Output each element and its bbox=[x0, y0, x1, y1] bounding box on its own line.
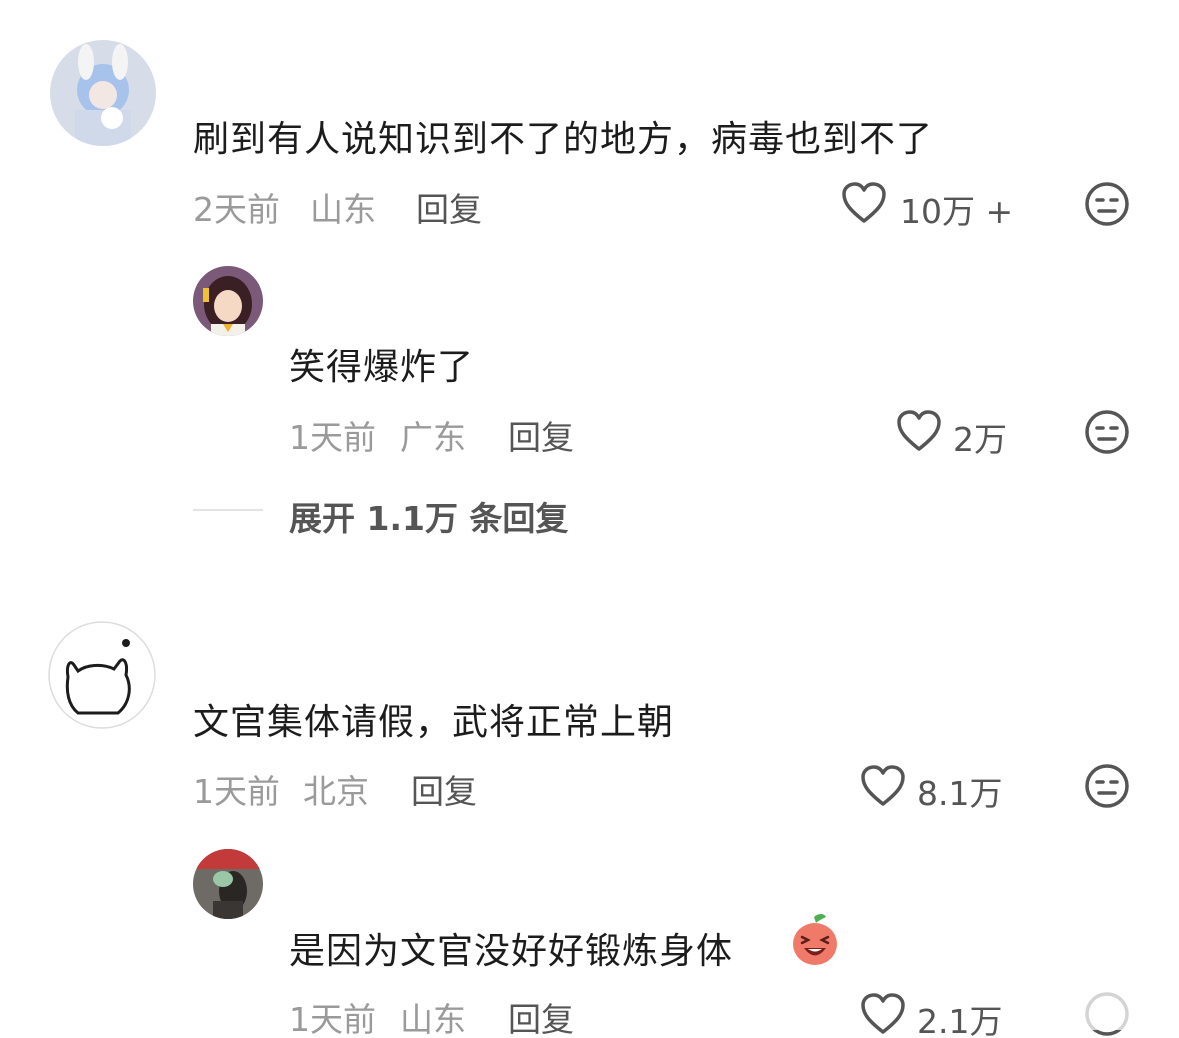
comment-text: 刷到有人说知识到不了的地方，病毒也到不了 bbox=[193, 119, 934, 160]
comment-time: 1天前 bbox=[289, 1000, 376, 1038]
like-count: 8.1万 bbox=[917, 774, 1003, 813]
meh-face-icon[interactable] bbox=[1083, 762, 1131, 810]
comment-location: 山东 bbox=[400, 1000, 466, 1038]
meh-face-icon[interactable] bbox=[1083, 180, 1131, 228]
like-count: 2.1万 bbox=[917, 1002, 1003, 1038]
comment-location: 山东 bbox=[310, 190, 376, 229]
comment-section: 刷到有人说知识到不了的地方，病毒也到不了 2天前 山东 回复 10万 + 笑得爆… bbox=[0, 0, 1179, 1038]
comment-time: 2天前 bbox=[193, 190, 280, 229]
avatar[interactable] bbox=[193, 849, 263, 919]
expand-replies-button[interactable]: 展开 1.1万 条回复 bbox=[289, 492, 568, 540]
divider bbox=[193, 509, 263, 511]
laughing-peach-emoji bbox=[793, 914, 837, 965]
watermark-overlay bbox=[1020, 990, 1170, 1030]
reply-button[interactable]: 回复 bbox=[411, 765, 477, 813]
reply-button[interactable]: 回复 bbox=[416, 183, 482, 231]
avatar[interactable] bbox=[48, 621, 156, 729]
comment-location: 北京 bbox=[303, 772, 369, 811]
comment-time: 1天前 bbox=[289, 418, 376, 457]
avatar[interactable] bbox=[193, 266, 263, 336]
reply-button[interactable]: 回复 bbox=[508, 993, 574, 1038]
heart-icon[interactable] bbox=[859, 763, 907, 809]
avatar[interactable] bbox=[50, 40, 156, 146]
comment-time: 1天前 bbox=[193, 772, 280, 811]
like-count: 10万 + bbox=[900, 192, 1014, 231]
comment-location: 广东 bbox=[400, 418, 466, 457]
like-count: 2万 bbox=[953, 420, 1007, 459]
heart-icon[interactable] bbox=[895, 408, 943, 454]
reply-button[interactable]: 回复 bbox=[508, 411, 574, 459]
heart-icon[interactable] bbox=[840, 180, 888, 226]
heart-icon[interactable] bbox=[859, 991, 907, 1037]
meh-face-icon[interactable] bbox=[1083, 408, 1131, 456]
comment-text: 文官集体请假，武将正常上朝 bbox=[193, 702, 675, 743]
comment-text: 笑得爆炸了 bbox=[289, 347, 475, 388]
comment-text: 是因为文官没好好锻炼身体 bbox=[289, 931, 734, 972]
